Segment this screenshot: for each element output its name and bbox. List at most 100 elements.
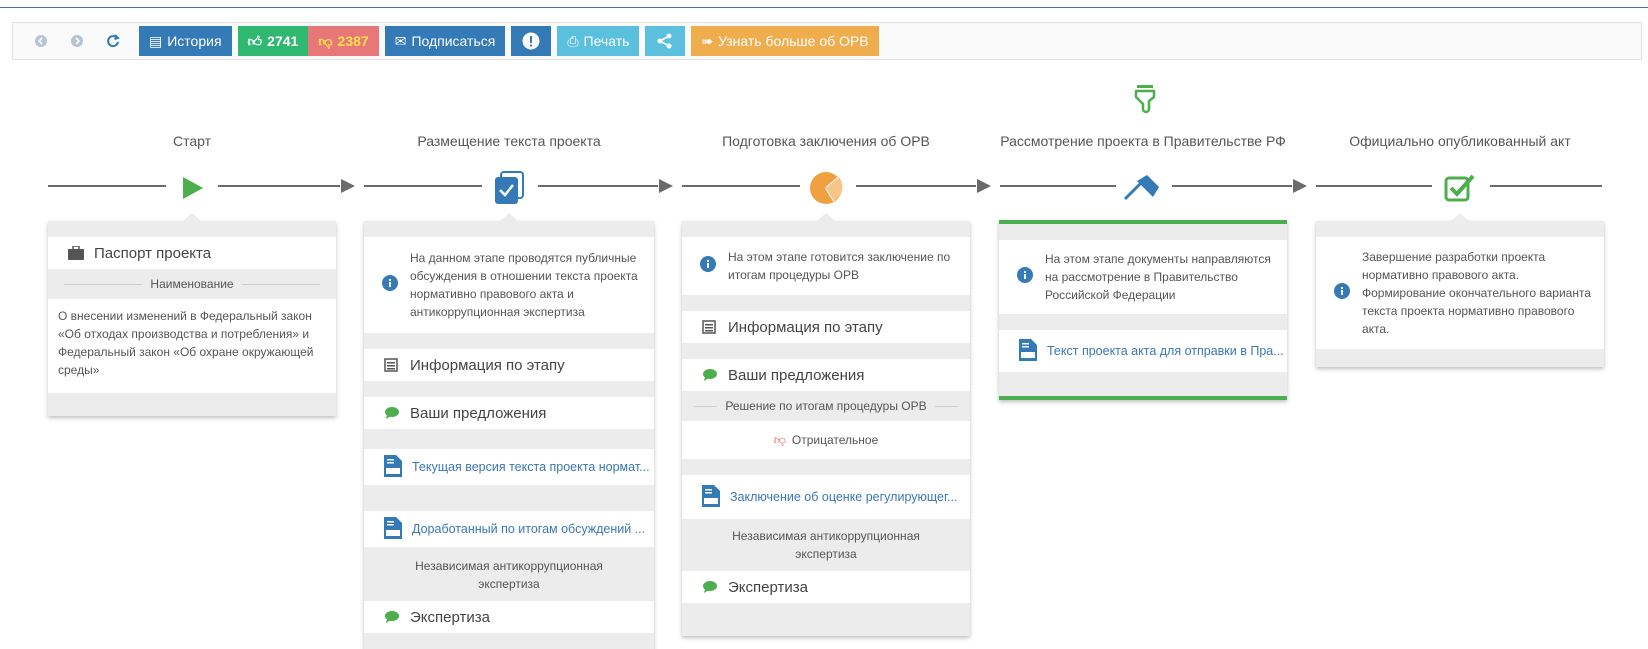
current-version-doc-label: Текущая версия текста проекта нормат... xyxy=(412,460,650,474)
decision-value-label: Отрицательное xyxy=(791,433,879,447)
stage-info-link[interactable]: Информация по этапу xyxy=(364,349,654,381)
stage-info-label: Информация по этапу xyxy=(728,318,883,336)
thumbs-up-icon: 👍︎ xyxy=(247,32,263,49)
timeline-arrow xyxy=(659,179,673,193)
revised-doc-link[interactable]: Доработанный по итогам обсуждений ... xyxy=(364,511,654,547)
warning-button[interactable] xyxy=(511,26,552,56)
info-icon xyxy=(382,274,398,296)
document-check-icon xyxy=(489,168,529,208)
print-label: Печать xyxy=(583,33,630,49)
doc-file-icon xyxy=(702,484,720,510)
card-notch xyxy=(500,213,518,221)
proposals-link[interactable]: Ваши предложения xyxy=(364,397,654,429)
share-icon xyxy=(657,33,672,49)
refresh-icon[interactable] xyxy=(95,27,131,55)
government-doc-label: Текст проекта акта для отправки в Пра... xyxy=(1047,344,1284,358)
comment-icon xyxy=(702,368,728,382)
exclamation-icon xyxy=(522,32,540,50)
list-icon xyxy=(702,320,728,334)
timeline-line xyxy=(1316,185,1432,187)
card-notch xyxy=(817,213,835,221)
stage-info-link[interactable]: Информация по этапу xyxy=(682,311,970,343)
comment-icon xyxy=(702,580,728,594)
history-label: История xyxy=(167,33,222,49)
anticorruption-header: Независимая антикоррупционная экспертиза xyxy=(415,559,603,591)
decision-value: 👎︎ Отрицательное xyxy=(682,421,970,459)
timeline-line xyxy=(856,185,976,187)
stage-title-start: Старт xyxy=(172,133,212,149)
stage-title-publication: Размещение текста проекта xyxy=(417,133,601,149)
doc-file-icon xyxy=(384,516,402,542)
comment-icon xyxy=(384,610,410,624)
stage-info-text: Завершение разработки проекта нормативно… xyxy=(1316,237,1604,349)
stage-info-text: На этом этапе документы направляются на … xyxy=(999,240,1287,314)
info-icon xyxy=(700,255,716,277)
name-header: Наименование xyxy=(48,269,336,299)
share-button[interactable] xyxy=(645,26,686,56)
expertise-link[interactable]: Экспертиза xyxy=(364,601,654,633)
sign-in-icon: ➠ xyxy=(701,32,714,49)
timeline-line xyxy=(1172,185,1292,187)
pin-icon xyxy=(1123,168,1163,208)
likes-count: 2741 xyxy=(267,33,299,49)
orv-conclusion-doc-label: Заключение об оценке регулирующег... xyxy=(730,490,958,504)
current-version-doc-link[interactable]: Текущая версия текста проекта нормат... xyxy=(364,449,654,485)
proposals-label: Ваши предложения xyxy=(728,366,865,384)
pie-chart-icon xyxy=(806,168,846,208)
play-icon xyxy=(172,168,212,208)
thumbs-down-icon: 👎︎ xyxy=(773,432,786,447)
info-icon xyxy=(1334,282,1350,304)
print-icon: ⎙ xyxy=(567,32,579,49)
doc-file-icon xyxy=(384,454,402,480)
list-icon xyxy=(384,358,410,372)
doc-file-icon xyxy=(1019,338,1037,364)
project-passport-link[interactable]: Паспорт проекта xyxy=(48,237,336,269)
comment-icon xyxy=(384,406,410,420)
learn-more-button[interactable]: ➠ Узнать больше об ОРВ xyxy=(691,26,879,56)
revised-doc-label: Доработанный по итогам обсуждений ... xyxy=(412,522,646,536)
project-passport-label: Паспорт проекта xyxy=(94,244,212,262)
print-button[interactable]: ⎙ Печать xyxy=(557,26,640,56)
back-icon[interactable] xyxy=(23,27,59,55)
orv-conclusion-doc-link[interactable]: Заключение об оценке регулирующег... xyxy=(682,475,970,519)
card-publication: На данном этапе проводятся публичные обс… xyxy=(364,213,654,649)
hand-pointer-icon xyxy=(1130,84,1160,123)
info-text: Завершение разработки проекта нормативно… xyxy=(1362,250,1591,336)
expertise-label: Экспертиза xyxy=(728,578,808,596)
info-text: На этом этапе документы направляются на … xyxy=(1045,252,1271,302)
stage-info-text: На данном этапе проводятся публичные обс… xyxy=(364,237,654,333)
timeline-line xyxy=(218,185,340,187)
proposals-link[interactable]: Ваши предложения xyxy=(682,359,970,391)
stage-title-published: Официально опубликованный акт xyxy=(1349,133,1571,149)
expertise-link[interactable]: Экспертиза xyxy=(682,571,970,603)
card-start: Паспорт проекта Наименование О внесении … xyxy=(48,213,336,416)
project-description: О внесении изменений в Федеральный закон… xyxy=(48,299,336,393)
learn-more-label: Узнать больше об ОРВ xyxy=(718,33,869,49)
like-button[interactable]: 👍︎ 2741 xyxy=(237,26,309,56)
checkbox-icon xyxy=(1440,168,1480,208)
timeline-line xyxy=(538,185,658,187)
timeline-line xyxy=(364,185,482,187)
list-icon: ▤ xyxy=(149,32,163,49)
card-published: Завершение разработки проекта нормативно… xyxy=(1316,213,1604,367)
stage-title-orv: Подготовка заключения об ОРВ xyxy=(722,133,930,149)
forward-icon[interactable] xyxy=(59,27,95,55)
timeline-line xyxy=(48,185,166,187)
timeline-arrow xyxy=(341,179,355,193)
dislikes-count: 2387 xyxy=(337,33,369,49)
dislike-button[interactable]: 👎︎ 2387 xyxy=(308,26,379,56)
stage-info-label: Информация по этапу xyxy=(410,356,565,374)
decision-header: Решение по итогам процедуры ОРВ xyxy=(682,391,970,421)
history-button[interactable]: ▤ История xyxy=(139,26,232,56)
info-text: На данном этапе проводятся публичные обс… xyxy=(410,251,638,319)
timeline-arrow xyxy=(1293,179,1307,193)
subscribe-button[interactable]: ✉ Подписаться xyxy=(384,26,506,56)
timeline-line xyxy=(1000,185,1116,187)
card-government: На этом этапе документы направляются на … xyxy=(999,220,1287,400)
stage-info-text: На этом этапе готовится заключение по ит… xyxy=(682,237,970,295)
toolbar: ▤ История 👍︎ 2741 👎︎ 2387 ✉ Подписаться … xyxy=(12,22,1642,60)
info-icon xyxy=(1017,266,1033,288)
timeline-line xyxy=(682,185,800,187)
briefcase-icon xyxy=(68,246,94,260)
government-doc-link[interactable]: Текст проекта акта для отправки в Пра... xyxy=(999,330,1287,372)
